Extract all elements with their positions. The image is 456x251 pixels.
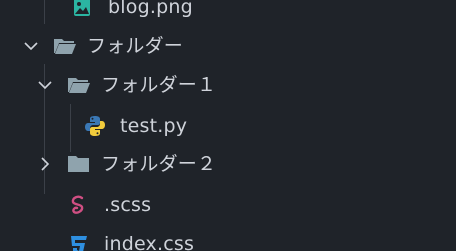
folder-closed-icon	[67, 153, 89, 175]
folder-open-icon	[53, 35, 76, 57]
tree-item-scss[interactable]: .scss	[0, 186, 456, 224]
chevron-right-icon[interactable]	[37, 156, 53, 172]
image-file-icon	[71, 0, 93, 18]
sass-file-icon	[68, 194, 90, 216]
tree-item-blog-png[interactable]: blog.png	[0, 0, 456, 26]
tree-item-folder[interactable]: フォルダー	[0, 27, 456, 65]
tree-item-folder-2[interactable]: フォルダー２	[0, 145, 456, 183]
tree-item-index-css[interactable]: index.css	[0, 225, 456, 251]
tree-item-label: フォルダー	[87, 34, 184, 57]
tree-item-label: フォルダー１	[101, 73, 217, 96]
tree-item-label: test.py	[120, 114, 188, 137]
tree-item-label: blog.png	[108, 0, 193, 18]
chevron-down-icon[interactable]	[23, 38, 39, 54]
css-file-icon	[68, 233, 90, 251]
tree-item-label: index.css	[104, 232, 195, 251]
tree-item-label: フォルダー２	[101, 152, 217, 175]
tree-item-folder-1[interactable]: フォルダー１	[0, 66, 456, 104]
folder-open-icon	[67, 74, 90, 96]
chevron-down-icon[interactable]	[37, 77, 53, 93]
tree-item-label: .scss	[104, 193, 152, 216]
python-file-icon	[84, 115, 106, 137]
file-explorer-tree: blog.png フォルダー フォルダー１ test.py フォルダー２ .sc…	[0, 0, 456, 251]
tree-item-test-py[interactable]: test.py	[0, 107, 456, 145]
